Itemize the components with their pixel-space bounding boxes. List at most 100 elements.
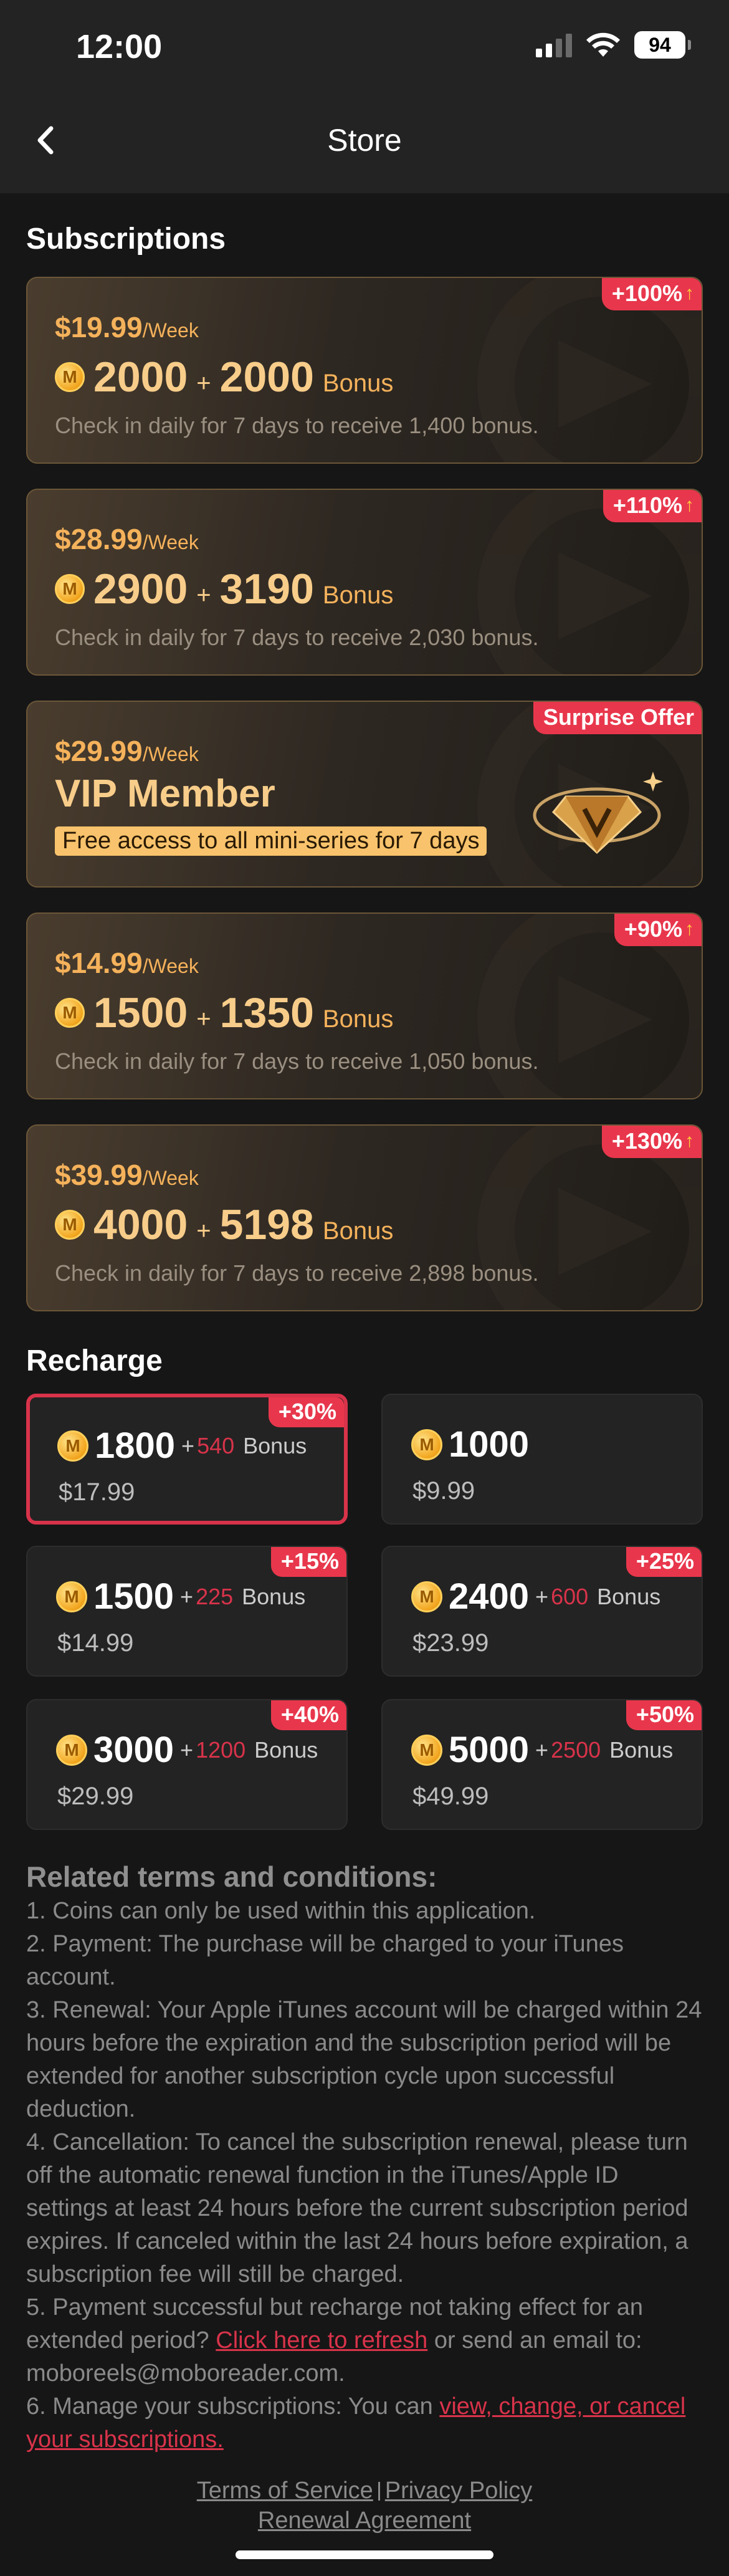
subscriptions-heading: Subscriptions — [26, 223, 226, 256]
recharge-amount-row: M 2400 +600 Bonus — [411, 1576, 660, 1617]
subscription-card-5[interactable]: +130% ↑ $39.99/Week M 4000 + 5198 Bonus C… — [26, 1124, 703, 1311]
plus-sign: + — [196, 370, 211, 397]
vip-benefit-tag: Free access to all mini-series for 7 day… — [55, 826, 487, 856]
status-bar: 12:00 94 — [0, 0, 729, 93]
terms-item-2: 2. Payment: The purchase will be charged… — [26, 1931, 624, 1990]
subscription-card-4[interactable]: +90% ↑ $14.99/Week M 1500 + 1350 Bonus Ch… — [26, 912, 703, 1099]
price-value: $28.99 — [55, 523, 143, 555]
wifi-icon — [586, 32, 620, 57]
price-period: /Week — [142, 319, 199, 342]
badge-text: +100% — [611, 280, 682, 306]
recharge-amount-row: M 1800 +540 Bonus — [57, 1425, 307, 1467]
terms-of-service-link[interactable]: Terms of Service — [197, 2478, 373, 2504]
recharge-price: $14.99 — [57, 1629, 134, 1657]
bonus-badge: +50% — [626, 1700, 702, 1730]
terms-item-4: 4. Cancellation: To cancel the subscript… — [26, 2129, 688, 2287]
vip-gem-icon — [533, 772, 663, 855]
coins-amount: 2400 — [449, 1576, 530, 1617]
bonus-label: Bonus — [609, 1736, 674, 1763]
card-description: Check in daily for 7 days to receive 2,8… — [55, 1260, 539, 1286]
badge-text: Surprise Offer — [543, 704, 694, 730]
recharge-option-2400[interactable]: +25% M 2400 +600 Bonus $23.99 — [381, 1546, 703, 1677]
recharge-price: $9.99 — [412, 1477, 475, 1505]
nav-bar: Store — [0, 93, 729, 193]
coin-icon: M — [55, 574, 85, 604]
footer-links: Terms of Service Privacy Policy Renewal A… — [0, 2476, 729, 2535]
bonus-badge: +15% — [270, 1547, 346, 1577]
card-description: Check in daily for 7 days to receive 1,0… — [55, 1048, 539, 1074]
coins-line: M 4000 + 5198 Bonus — [55, 1200, 393, 1249]
coins-amount: 2900 — [93, 565, 188, 613]
coin-icon: M — [411, 1429, 442, 1460]
coins-line: M 1500 + 1350 Bonus — [55, 989, 393, 1037]
recharge-price: $23.99 — [412, 1629, 489, 1657]
coin-icon: M — [55, 1210, 85, 1240]
coin-icon: M — [57, 1430, 88, 1462]
coins-amount: 1500 — [93, 989, 188, 1037]
price-value: $39.99 — [55, 1159, 143, 1191]
bonus-label: Bonus — [322, 1217, 394, 1245]
plus-sign: + — [196, 582, 211, 609]
terms-item-6-text: 6. Manage your subscriptions: You can — [26, 2393, 440, 2420]
price-value: $29.99 — [55, 735, 143, 767]
renewal-agreement-link[interactable]: Renewal Agreement — [258, 2507, 471, 2534]
badge-text: +90% — [624, 916, 682, 942]
price-value: $19.99 — [55, 311, 143, 343]
coins-amount: 4000 — [93, 1201, 188, 1248]
page-title: Store — [327, 123, 402, 158]
status-icons: 94 — [536, 31, 691, 59]
status-time: 12:00 — [76, 28, 163, 65]
subscription-card-1[interactable]: +100% ↑ $19.99/Week M 2000 + 2000 Bonus C… — [26, 277, 703, 464]
coin-icon: M — [56, 1581, 87, 1612]
refresh-link[interactable]: Click here to refresh — [216, 2327, 427, 2353]
bonus-label: Bonus — [322, 1005, 394, 1033]
price: $14.99/Week — [55, 946, 199, 980]
vip-member-card[interactable]: Surprise Offer $29.99/Week VIP Member Fr… — [26, 701, 703, 888]
recharge-option-3000[interactable]: +40% M 3000 +1200 Bonus $29.99 — [26, 1699, 348, 1830]
coins-line: M 2900 + 3190 Bonus — [55, 565, 393, 613]
bonus-amount: 1200 — [196, 1736, 246, 1763]
coins-amount: 2000 — [93, 353, 188, 401]
bonus-amount: 5198 — [219, 1201, 314, 1248]
recharge-amount-row: M 1500 +225 Bonus — [56, 1576, 305, 1617]
coin-icon: M — [55, 998, 85, 1028]
price-value: $14.99 — [55, 947, 143, 979]
recharge-option-1500[interactable]: +15% M 1500 +225 Bonus $14.99 — [26, 1546, 348, 1677]
battery-level: 94 — [649, 33, 671, 56]
recharge-option-1000[interactable]: M 1000 $9.99 — [381, 1394, 703, 1525]
discount-badge: +110% ↑ — [603, 490, 702, 522]
recharge-amount-row: M 5000 +2500 Bonus — [411, 1729, 673, 1771]
subscription-card-2[interactable]: +110% ↑ $28.99/Week M 2900 + 3190 Bonus C… — [26, 489, 703, 676]
privacy-policy-link[interactable]: Privacy Policy — [385, 2478, 533, 2504]
coins-amount: 1800 — [95, 1425, 176, 1466]
coins-amount: 1000 — [449, 1424, 530, 1465]
battery-indicator: 94 — [634, 31, 691, 59]
plus-sign: + — [535, 1583, 549, 1609]
bonus-badge: +40% — [270, 1700, 346, 1730]
signal-icon — [536, 32, 572, 57]
bonus-label: Bonus — [322, 582, 394, 609]
bonus-amount: 3190 — [219, 565, 314, 613]
bonus-label: Bonus — [597, 1583, 661, 1609]
bonus-badge: +30% — [268, 1397, 344, 1427]
terms-section: Related terms and conditions: 1. Coins c… — [26, 1860, 705, 2456]
price-period: /Week — [142, 1167, 199, 1189]
coin-icon: M — [56, 1734, 87, 1766]
badge-text: +130% — [611, 1128, 682, 1154]
recharge-amount-row: M 3000 +1200 Bonus — [56, 1729, 318, 1771]
arrow-up-icon: ↑ — [685, 495, 694, 515]
bonus-amount: 2500 — [551, 1736, 601, 1763]
terms-item-3: 3. Renewal: Your Apple iTunes account wi… — [26, 1997, 702, 2122]
bonus-label: Bonus — [242, 1583, 306, 1609]
price: $29.99/Week — [55, 734, 199, 768]
arrow-up-icon: ↑ — [685, 919, 694, 939]
recharge-option-5000[interactable]: +50% M 5000 +2500 Bonus $49.99 — [381, 1699, 703, 1830]
vip-title: VIP Member — [55, 772, 275, 815]
card-description: Check in daily for 7 days to receive 1,4… — [55, 413, 539, 438]
plus-sign: + — [180, 1583, 194, 1609]
recharge-option-1800[interactable]: +30% M 1800 +540 Bonus $17.99 — [26, 1394, 348, 1525]
discount-badge: +130% ↑ — [601, 1126, 702, 1158]
bonus-badge: +25% — [626, 1547, 702, 1577]
bonus-label: Bonus — [254, 1736, 318, 1763]
recharge-price: $29.99 — [57, 1783, 134, 1810]
